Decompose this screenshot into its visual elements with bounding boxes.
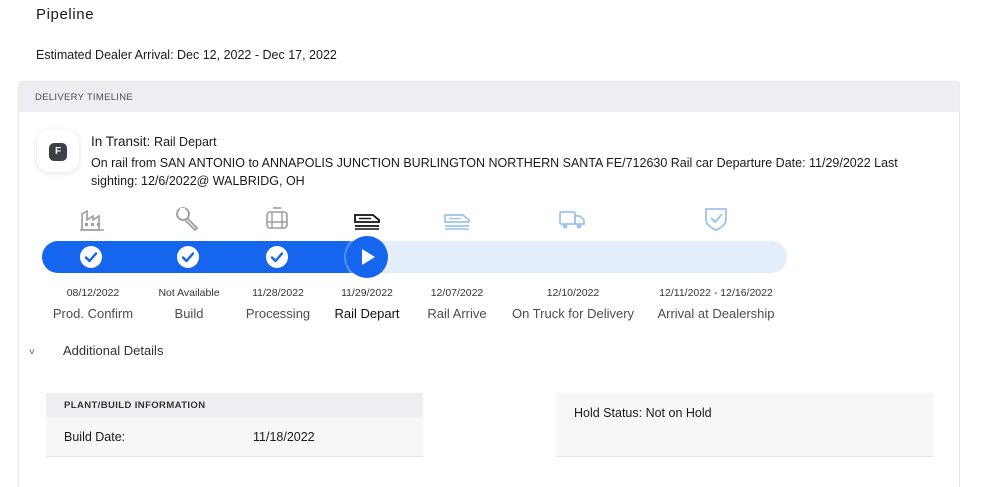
build-date-label: Build Date: xyxy=(64,430,126,444)
status-title-label: In Transit: xyxy=(91,134,151,149)
plant-build-info: PLANT/BUILD INFORMATION Build Date: 11/1… xyxy=(46,393,423,457)
step-label: Arrival at Dealership xyxy=(657,306,775,321)
badge-letter: F xyxy=(49,143,67,161)
shield-check-icon xyxy=(705,208,727,231)
train-icon xyxy=(354,214,380,230)
step-complete-check-icon xyxy=(177,246,199,268)
factory-icon xyxy=(80,209,104,231)
car-seat-icon xyxy=(266,207,288,229)
estimated-arrival: Estimated Dealer Arrival: Dec 12, 2022 -… xyxy=(36,48,337,62)
wrench-icon xyxy=(176,207,199,232)
step-complete-check-icon xyxy=(266,246,288,268)
step-date: 12/11/2022 - 12/16/2022 xyxy=(659,287,773,299)
current-step-play-icon xyxy=(346,236,388,278)
hold-status-box: Hold Status: Not on Hold xyxy=(556,393,933,457)
train-icon xyxy=(444,214,470,230)
hold-status: Hold Status: Not on Hold xyxy=(574,406,712,420)
plant-build-header: PLANT/BUILD INFORMATION xyxy=(46,393,423,417)
status-title-sub: Rail Depart xyxy=(154,135,217,149)
step-date: 12/10/2022 xyxy=(546,287,600,299)
build-date-row: Build Date: 11/18/2022 xyxy=(46,417,423,457)
progress-track xyxy=(42,241,787,273)
additional-details-label: Additional Details xyxy=(63,343,164,358)
status-detail: On rail from SAN ANTONIO to ANNAPOLIS JU… xyxy=(91,156,898,188)
timeline-header: DELIVERY TIMELINE xyxy=(19,82,959,112)
delivery-timeline-card: DELIVERY TIMELINE F In Transit: Rail Dep… xyxy=(18,81,960,487)
build-date-value: 11/18/2022 xyxy=(253,430,315,444)
chevron-down-icon: ˅ xyxy=(29,347,35,358)
ford-badge: F xyxy=(37,130,79,172)
step-label: On Truck for Delivery xyxy=(511,306,635,321)
page-title: Pipeline xyxy=(36,6,95,23)
truck-icon xyxy=(559,211,585,229)
status-title: In Transit: Rail Depart xyxy=(91,134,217,149)
additional-details-toggle[interactable]: ˅ Additional Details xyxy=(29,343,163,358)
step-complete-check-icon xyxy=(80,246,102,268)
